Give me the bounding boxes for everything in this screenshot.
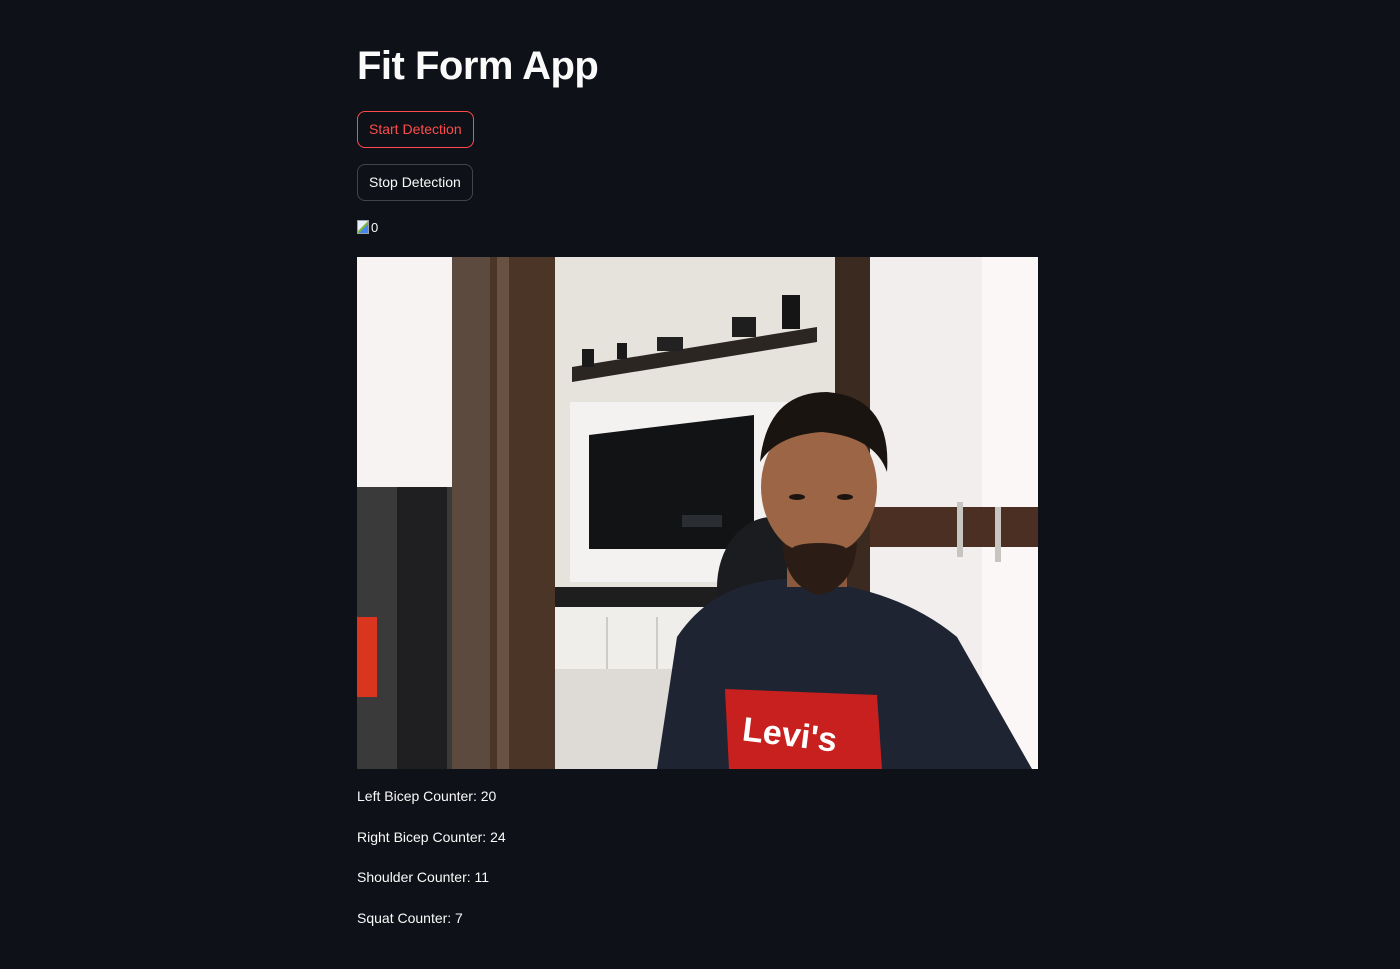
webcam-scene: Levi's bbox=[357, 257, 1038, 769]
start-detection-button[interactable]: Start Detection bbox=[357, 111, 474, 148]
shoulder-counter: Shoulder Counter: 11 bbox=[357, 869, 490, 885]
broken-image: 0 bbox=[357, 218, 378, 236]
right-bicep-counter: Right Bicep Counter: 24 bbox=[357, 829, 506, 845]
left-bicep-counter: Left Bicep Counter: 20 bbox=[357, 788, 497, 804]
stop-detection-button[interactable]: Stop Detection bbox=[357, 164, 473, 201]
broken-image-alt-text: 0 bbox=[371, 219, 379, 235]
app-page: Fit Form App Start Detection Stop Detect… bbox=[0, 0, 1400, 969]
page-title: Fit Form App bbox=[357, 44, 599, 88]
webcam-frame: Levi's bbox=[357, 257, 1038, 769]
squat-counter: Squat Counter: 7 bbox=[357, 910, 463, 926]
broken-image-icon bbox=[357, 220, 369, 234]
